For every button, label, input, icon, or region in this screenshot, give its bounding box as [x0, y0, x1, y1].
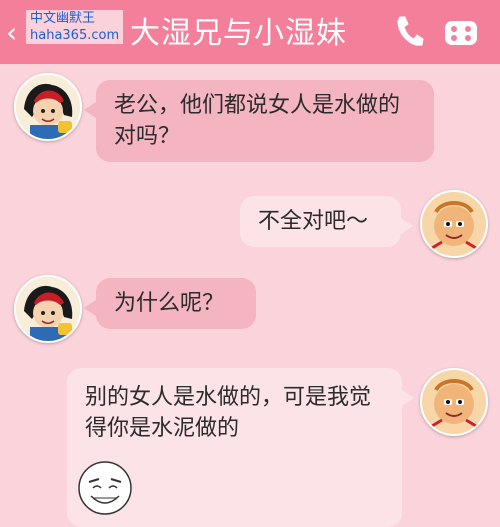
- avatar-female[interactable]: [14, 275, 82, 343]
- watermark: 中文幽默王 haha365.com: [26, 10, 124, 44]
- back-chevron-icon[interactable]: ‹: [6, 16, 17, 49]
- message-bubble: 为什么呢？: [84, 278, 256, 329]
- rage-face-icon: [78, 461, 132, 515]
- avatar-female[interactable]: [14, 73, 82, 141]
- chat-title: 大湿兄与小湿妹: [130, 16, 347, 51]
- chat-header: ‹ 中文幽默王 haha365.com 大湿兄与小湿妹: [0, 0, 500, 64]
- avatar-male[interactable]: [420, 368, 488, 436]
- watermark-line2: haha365.com: [30, 28, 120, 43]
- message-bubble: 别的女人是水做的，可是我觉得你是水泥做的: [67, 368, 414, 527]
- message-bubble: 老公，他们都说女人是水做的对吗？: [84, 80, 434, 162]
- phone-icon[interactable]: [394, 14, 424, 48]
- watermark-line1: 中文幽默王: [30, 11, 96, 26]
- message-bubble: 不全对吧～: [240, 196, 413, 247]
- chat-screen: ‹ 中文幽默王 haha365.com 大湿兄与小湿妹 老公，他们都说女人是水做…: [0, 0, 500, 527]
- menu-icon[interactable]: [444, 18, 478, 48]
- avatar-male[interactable]: [420, 190, 488, 258]
- message-text: 别的女人是水做的，可是我觉得你是水泥做的: [85, 385, 372, 441]
